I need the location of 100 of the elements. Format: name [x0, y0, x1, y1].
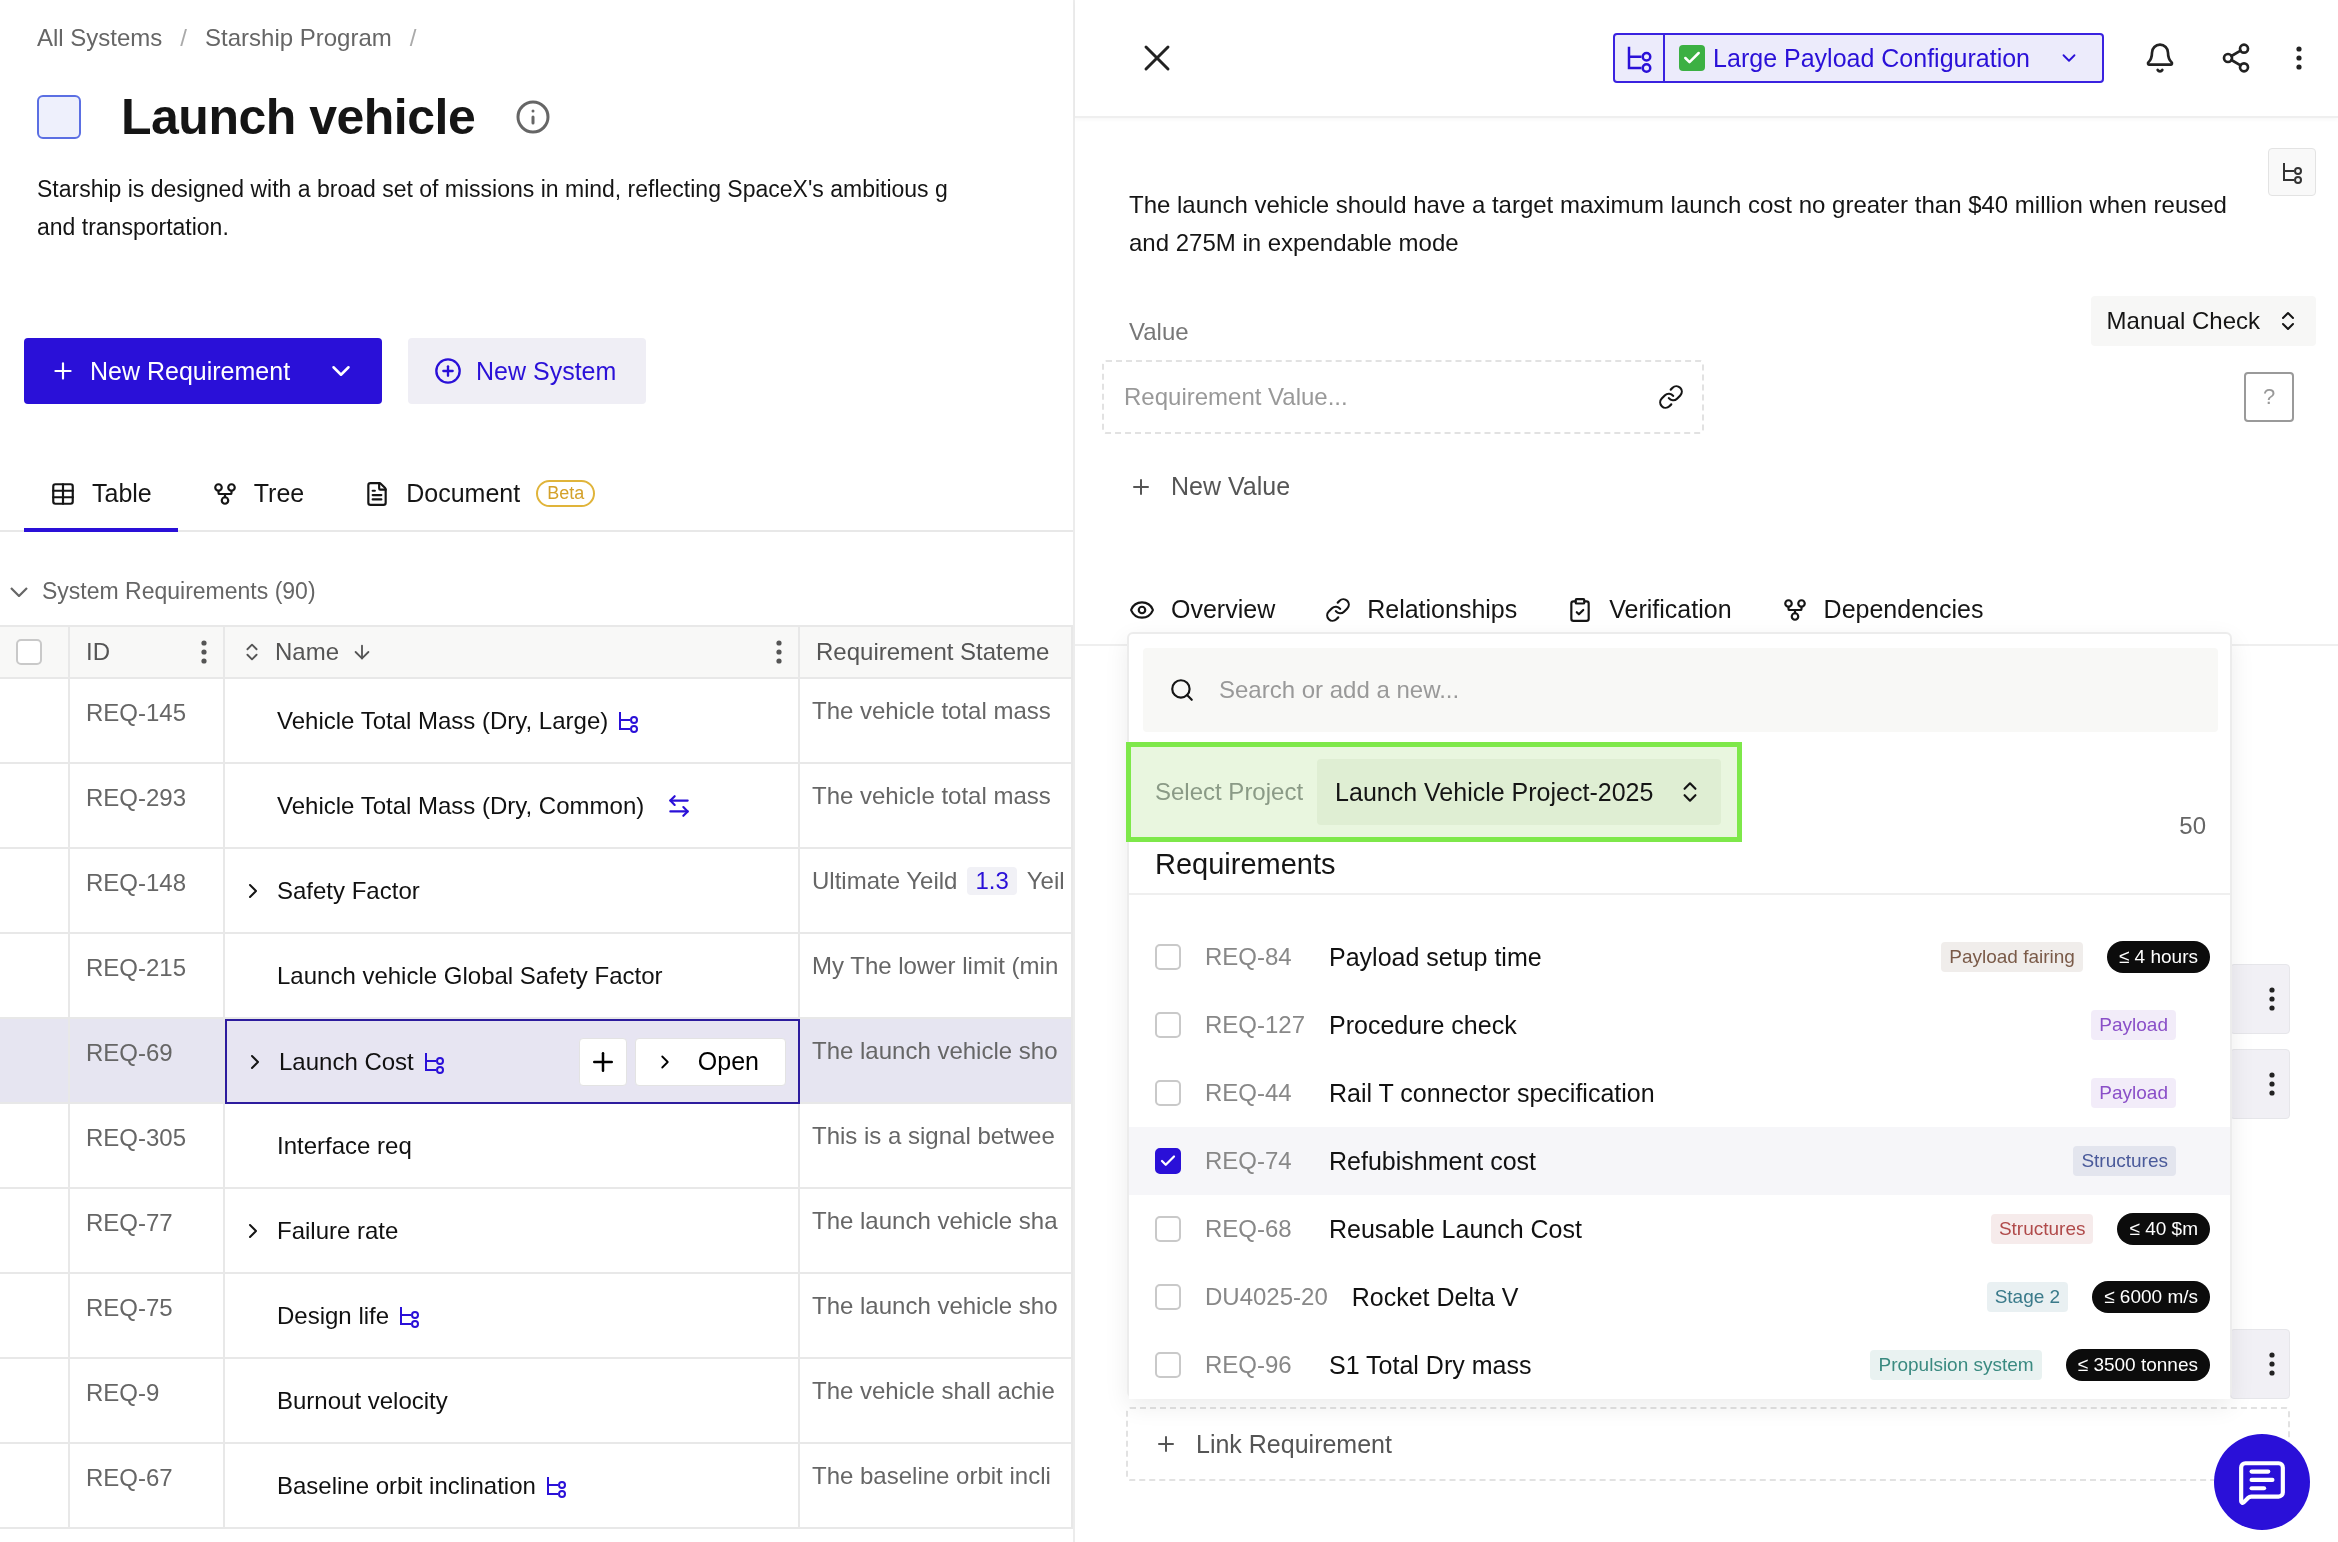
tag: Stage 2: [1986, 1282, 2069, 1312]
requirement-name: Vehicle Total Mass (Dry, Large): [277, 706, 609, 735]
requirement-option[interactable]: DU4025-20 Rocket Delta V Stage 2 ≤ 6000 m/s: [1129, 1263, 2230, 1331]
page-title: Launch vehicle: [121, 88, 476, 146]
value-label: Value: [1129, 318, 1189, 346]
new-requirement-button[interactable]: New Requirement: [24, 338, 382, 404]
view-tab[interactable]: Document Beta: [338, 479, 622, 532]
dependencies-icon: [1781, 596, 1808, 623]
configuration-select[interactable]: Large Payload Configuration: [1613, 33, 2104, 83]
requirement-name: Launch Cost: [279, 1047, 414, 1076]
table-icon: [50, 480, 76, 507]
requirement-option[interactable]: REQ-74 Refubishment cost Structures: [1129, 1127, 2230, 1195]
requirement-name: Burnout velocity: [277, 1386, 448, 1415]
id-cell: REQ-145: [70, 679, 225, 764]
link-icon: [1325, 596, 1352, 623]
search-icon: [1169, 677, 1195, 703]
detail-tab[interactable]: Overview: [1129, 595, 1276, 624]
more-icon[interactable]: [201, 640, 207, 664]
share-icon: [2220, 42, 2252, 74]
requirement-option[interactable]: REQ-68 Reusable Launch Cost Structures ≤ 40 $m: [1129, 1195, 2230, 1263]
add-button[interactable]: [578, 1037, 627, 1086]
requirement-name: Safety Factor: [277, 876, 420, 905]
id-cell: REQ-69: [70, 1019, 225, 1104]
breadcrumb-link[interactable]: Starship Program: [205, 24, 392, 52]
more-icon: [2296, 46, 2302, 70]
bell-icon: [2144, 42, 2176, 74]
limit-badge: ≤ 6000 m/s: [2092, 1281, 2210, 1313]
result-count: 50: [2179, 812, 2206, 841]
limit-badge: ≤ 3500 tonnes: [2065, 1349, 2210, 1381]
breadcrumb-separator: /: [180, 24, 188, 52]
id-cell: REQ-305: [70, 1104, 225, 1189]
statement-text: The launch vehicle sha: [812, 1207, 1058, 1235]
detail-tab[interactable]: Dependencies: [1781, 595, 1984, 624]
statement-text: Yeil: [1026, 867, 1065, 895]
detail-tab[interactable]: Relationships: [1325, 595, 1518, 624]
hierarchy-button[interactable]: [2268, 148, 2316, 196]
section-toggle[interactable]: System Requirements (90): [0, 578, 1073, 605]
statement-text: My The lower limit (min: [812, 952, 1059, 980]
view-tab[interactable]: Tree: [185, 479, 331, 532]
system-icon: [37, 95, 81, 139]
statement-text: The vehicle total mass: [812, 782, 1051, 810]
limit-badge: ≤ 4 hours: [2106, 941, 2210, 973]
requirement-statement: The launch vehicle should have a target maximum launch cost no greater than $40 million when reused and 275M in expendable mode: [1129, 190, 2228, 258]
more-icon: [2269, 1352, 2275, 1376]
tag: Payload fairing: [1941, 942, 2083, 972]
requirement-name: Baseline orbit inclination: [277, 1471, 536, 1500]
column-header: ID: [86, 638, 110, 666]
limit-badge: ≤ 40 $m: [2117, 1213, 2210, 1245]
id-cell: REQ-293: [70, 764, 225, 849]
link-requirement-button[interactable]: Link Requirement: [1126, 1407, 2290, 1481]
requirement-name: Interface req: [277, 1131, 412, 1160]
more-icon: [2269, 987, 2275, 1011]
breadcrumb-separator: /: [409, 24, 417, 52]
requirement-option[interactable]: REQ-127 Procedure check Payload: [1129, 991, 2230, 1059]
project-select[interactable]: Launch Vehicle Project-2025: [1317, 759, 1722, 825]
requirement-name: Design life: [277, 1301, 390, 1330]
tag: Structures: [1990, 1214, 2094, 1244]
description-line: Starship is designed with a broad set of missions in mind, reflecting SpaceX's ambitious g: [37, 175, 949, 204]
column-header: Name: [275, 638, 340, 666]
requirement-option[interactable]: REQ-84 Payload setup time Payload fairing ≤ 4 hours: [1129, 923, 2230, 991]
open-button[interactable]: Open: [634, 1037, 786, 1086]
requirement-option[interactable]: REQ-44 Rail T connector specification Payload: [1129, 1059, 2230, 1127]
check-method-select[interactable]: Manual Check: [2090, 296, 2316, 346]
detail-tab[interactable]: Verification: [1567, 595, 1732, 624]
requirement-option[interactable]: REQ-96 S1 Total Dry mass Propulsion system ≤ 3500 tonnes: [1129, 1331, 2230, 1399]
view-tab[interactable]: Table: [24, 479, 178, 532]
requirement-name: Failure rate: [277, 1216, 399, 1245]
checkbox[interactable]: [1155, 1148, 1181, 1174]
statement-text: The baseline orbit incli: [812, 1462, 1051, 1490]
value-field[interactable]: Requirement Value...: [1102, 360, 1704, 434]
requirement-name: Launch vehicle Global Safety Factor: [277, 961, 663, 990]
info-icon[interactable]: [515, 99, 552, 135]
search-field[interactable]: Search or add a new...: [1143, 648, 2218, 732]
select-all-checkbox[interactable]: [16, 639, 42, 665]
beta-badge: Beta: [536, 480, 596, 507]
more-icon: [2269, 1072, 2275, 1096]
more-icon[interactable]: [776, 640, 782, 664]
tag: Payload: [2091, 1010, 2176, 1040]
statement-text: The launch vehicle sho: [812, 1292, 1058, 1320]
tree-icon: [211, 480, 238, 507]
share-button[interactable]: [2220, 42, 2252, 74]
hierarchy-icon: [2280, 160, 2304, 184]
breadcrumb-link[interactable]: All Systems: [37, 24, 163, 52]
new-system-button[interactable]: New System: [408, 338, 647, 404]
new-value-button[interactable]: New Value: [1129, 472, 1291, 501]
list-heading: Requirements: [1129, 848, 2230, 895]
chevron-down-icon: [10, 586, 28, 597]
project-label: Select Project: [1155, 778, 1304, 806]
id-cell: REQ-75: [70, 1274, 225, 1359]
column-header: Requirement Stateme: [816, 638, 1050, 666]
statement-text: This is a signal betwee: [812, 1122, 1055, 1150]
id-cell: REQ-77: [70, 1189, 225, 1274]
requirement-name: Vehicle Total Mass (Dry, Common): [277, 791, 645, 820]
statement-text: The launch vehicle sho: [812, 1037, 1058, 1065]
statement-text: Ultimate Yeild: [812, 867, 958, 895]
id-cell: REQ-148: [70, 849, 225, 934]
link-icon[interactable]: [1658, 384, 1684, 410]
description-line: and transportation.: [37, 213, 230, 242]
statement-text: The vehicle total mass: [812, 697, 1051, 725]
notifications-button[interactable]: [2144, 42, 2176, 74]
